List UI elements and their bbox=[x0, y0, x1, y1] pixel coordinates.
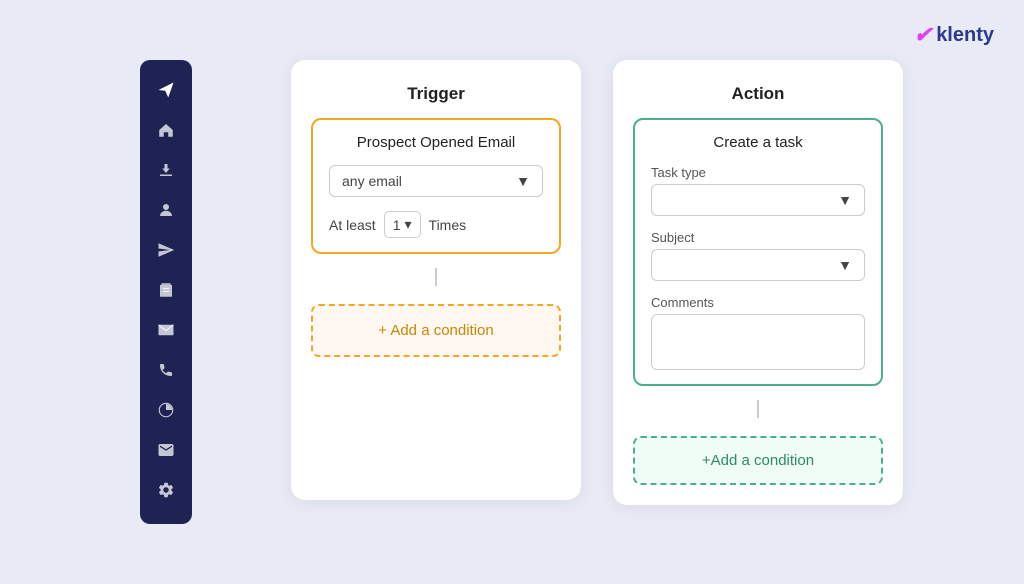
action-inner-box: Create a task Task type ▼ Subject ▼ Com bbox=[633, 118, 883, 386]
sidebar-icon-person[interactable] bbox=[148, 192, 184, 228]
sidebar-icon-send[interactable] bbox=[148, 72, 184, 108]
subject-label: Subject bbox=[651, 230, 865, 245]
sidebar-icon-phone[interactable] bbox=[148, 352, 184, 388]
action-connector-line bbox=[757, 400, 759, 418]
klenty-text: klenty bbox=[936, 24, 994, 47]
sidebar-icon-clipboard[interactable] bbox=[148, 272, 184, 308]
task-type-field-group: Task type ▼ bbox=[651, 165, 865, 216]
sidebar-icon-settings[interactable] bbox=[148, 472, 184, 508]
sidebar-icon-paper-plane[interactable] bbox=[148, 232, 184, 268]
any-email-value: any email bbox=[342, 173, 402, 189]
action-add-condition-button[interactable]: +Add a condition bbox=[633, 436, 883, 485]
task-type-label: Task type bbox=[651, 165, 865, 180]
comments-textarea[interactable] bbox=[651, 314, 865, 370]
at-least-row: At least 1 ▾ Times bbox=[329, 211, 543, 238]
klenty-check-icon: ✔ bbox=[914, 22, 932, 48]
trigger-label: Prospect Opened Email bbox=[357, 134, 515, 151]
sidebar-icon-home[interactable] bbox=[148, 112, 184, 148]
times-label: Times bbox=[429, 217, 467, 233]
main-content: Trigger Prospect Opened Email any email … bbox=[200, 60, 994, 524]
sidebar-icon-download[interactable] bbox=[148, 152, 184, 188]
trigger-card-title: Trigger bbox=[407, 84, 465, 104]
at-least-label: At least bbox=[329, 217, 376, 233]
times-value: 1 bbox=[393, 217, 401, 233]
comments-field-group: Comments bbox=[651, 295, 865, 370]
trigger-card: Trigger Prospect Opened Email any email … bbox=[291, 60, 581, 500]
sidebar-icon-envelope[interactable] bbox=[148, 432, 184, 468]
comments-label: Comments bbox=[651, 295, 865, 310]
action-card-title: Action bbox=[732, 84, 785, 104]
trigger-add-condition-button[interactable]: + Add a condition bbox=[311, 304, 561, 357]
subject-dropdown[interactable]: ▼ bbox=[651, 249, 865, 281]
any-email-arrow-icon: ▼ bbox=[516, 173, 530, 189]
action-label: Create a task bbox=[713, 134, 802, 151]
klenty-logo: ✔ klenty bbox=[914, 22, 994, 48]
action-card: Action Create a task Task type ▼ Subject… bbox=[613, 60, 903, 505]
times-dropdown-arrow: ▾ bbox=[405, 216, 412, 233]
sidebar bbox=[140, 60, 192, 524]
subject-arrow-icon: ▼ bbox=[838, 257, 852, 273]
trigger-inner-box: Prospect Opened Email any email ▼ At lea… bbox=[311, 118, 561, 254]
task-type-arrow-icon: ▼ bbox=[838, 192, 852, 208]
any-email-dropdown[interactable]: any email ▼ bbox=[329, 165, 543, 197]
connector-line bbox=[435, 268, 437, 286]
times-value-dropdown[interactable]: 1 ▾ bbox=[384, 211, 421, 238]
subject-field-group: Subject ▼ bbox=[651, 230, 865, 281]
task-type-dropdown[interactable]: ▼ bbox=[651, 184, 865, 216]
sidebar-icon-mail[interactable] bbox=[148, 312, 184, 348]
sidebar-icon-chart[interactable] bbox=[148, 392, 184, 428]
